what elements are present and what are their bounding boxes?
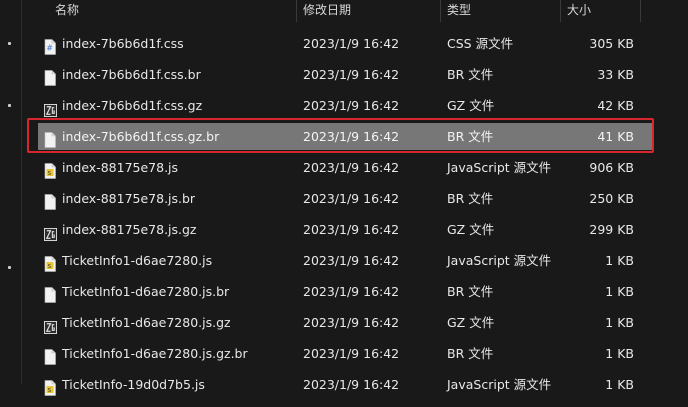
file-modified: 2023/1/9 16:42 [303,36,400,51]
file-row-selected[interactable]: index-7b6b6d1f.css.gz.br 2023/1/9 16:42 BR… [22,118,688,153]
file-modified: 2023/1/9 16:42 [303,98,400,113]
file-size: 1 KB [605,377,634,392]
file-type: BR 文件 [447,129,494,144]
file-row[interactable]: index-7b6b6d1f.css.br 2023/1/9 16:42 BR 文件… [22,59,688,90]
file-name[interactable]: index-88175e78.js [62,152,178,183]
css-file-icon: # [44,35,56,55]
js-file-icon: S [44,159,56,179]
column-separator[interactable] [640,0,641,22]
file-modified: 2023/1/9 16:42 [303,67,400,82]
file-size: 906 KB [589,160,634,175]
file-name[interactable]: index-7b6b6d1f.css.gz [62,90,202,121]
file-name[interactable]: TicketInfo1-d6ae7280.js.br [62,276,229,307]
file-modified: 2023/1/9 16:42 [303,346,400,361]
svg-text:S: S [48,264,52,270]
column-separator[interactable] [440,0,441,22]
file-modified: 2023/1/9 16:42 [303,377,400,392]
file-size: 250 KB [589,191,634,206]
column-type-header[interactable]: 类型 [447,0,471,22]
file-type: BR 文件 [447,284,494,299]
navigation-pane-edge [0,0,20,384]
column-modified-header[interactable]: 修改日期 [303,0,351,22]
file-type: GZ 文件 [447,222,495,237]
svg-text:S: S [48,388,52,394]
file-size: 41 KB [597,129,634,144]
file-size: 299 KB [589,222,634,237]
blank-file-icon [44,128,56,148]
column-name-header[interactable]: 名称 [55,0,79,22]
archive-file-icon [44,97,57,117]
file-type: BR 文件 [447,346,494,361]
file-type: BR 文件 [447,191,494,206]
blank-file-icon [44,66,56,86]
file-row[interactable]: S TicketInfo-19d0d7b5.js 2023/1/9 16:42 Jav… [22,369,688,400]
js-file-icon: S [44,252,56,272]
file-type: JavaScript 源文件 [447,377,552,392]
nav-indicator [8,266,11,269]
column-header: 名称 修改日期 类型 大小 [22,0,688,22]
nav-indicator [8,104,11,107]
file-row[interactable]: S TicketInfo1-d6ae7280.js 2023/1/9 16:42 Ja… [22,245,688,276]
file-type: JavaScript 源文件 [447,253,552,268]
file-size: 33 KB [597,67,634,82]
archive-file-icon [44,314,57,334]
file-name[interactable]: index-7b6b6d1f.css.gz.br [62,121,219,152]
file-modified: 2023/1/9 16:42 [303,284,400,299]
file-row[interactable]: # index-7b6b6d1f.css 2023/1/9 16:42 CSS 源文件… [22,28,688,59]
file-name[interactable]: index-7b6b6d1f.css.br [62,59,201,90]
svg-text:S: S [48,171,52,177]
file-modified: 2023/1/9 16:42 [303,129,400,144]
file-size: 305 KB [589,36,634,51]
column-size-header[interactable]: 大小 [567,0,591,22]
file-name[interactable]: TicketInfo1-d6ae7280.js.gz [62,307,231,338]
file-type: BR 文件 [447,67,494,82]
file-size: 42 KB [597,98,634,113]
file-type: CSS 源文件 [447,36,514,51]
file-name[interactable]: index-7b6b6d1f.css [62,28,184,59]
file-type: JavaScript 源文件 [447,160,552,175]
file-modified: 2023/1/9 16:42 [303,222,400,237]
file-name[interactable]: TicketInfo1-d6ae7280.js [62,245,212,276]
file-size: 1 KB [605,346,634,361]
file-list: # index-7b6b6d1f.css 2023/1/9 16:42 CSS 源文件… [22,28,688,400]
archive-file-icon [44,221,57,241]
file-row[interactable]: index-88175e78.js.br 2023/1/9 16:42 BR 文件 2… [22,183,688,214]
file-modified: 2023/1/9 16:42 [303,315,400,330]
file-size: 1 KB [605,284,634,299]
blank-file-icon [44,345,56,365]
file-modified: 2023/1/9 16:42 [303,160,400,175]
file-size: 1 KB [605,315,634,330]
column-separator[interactable] [560,0,561,22]
file-type: GZ 文件 [447,315,495,330]
nav-indicator [8,42,11,45]
file-row[interactable]: TicketInfo1-d6ae7280.js.br 2023/1/9 16:42… [22,276,688,307]
file-modified: 2023/1/9 16:42 [303,191,400,206]
file-name[interactable]: TicketInfo1-d6ae7280.js.gz.br [62,338,248,369]
file-modified: 2023/1/9 16:42 [303,253,400,268]
file-row[interactable]: TicketInfo1-d6ae7280.js.gz.br 2023/1/9 16… [22,338,688,369]
file-size: 1 KB [605,253,634,268]
svg-text:#: # [46,44,53,53]
blank-file-icon [44,190,56,210]
file-type: GZ 文件 [447,98,495,113]
file-name[interactable]: TicketInfo-19d0d7b5.js [62,369,205,400]
column-separator[interactable] [296,0,297,22]
file-row[interactable]: Sindex-88175e78.js 2023/1/9 16:42 JavaScri… [22,152,688,183]
file-row[interactable]: index-88175e78.js.gz 2023/1/9 16:42 GZ 文件 2… [22,214,688,245]
file-row[interactable]: index-7b6b6d1f.css.gz 2023/1/9 16:42 GZ 文件… [22,90,688,121]
file-name[interactable]: index-88175e78.js.br [62,183,195,214]
blank-file-icon [44,283,56,303]
js-file-icon: S [44,376,56,396]
file-name[interactable]: index-88175e78.js.gz [62,214,197,245]
file-row[interactable]: TicketInfo1-d6ae7280.js.gz 2023/1/9 16:42… [22,307,688,338]
